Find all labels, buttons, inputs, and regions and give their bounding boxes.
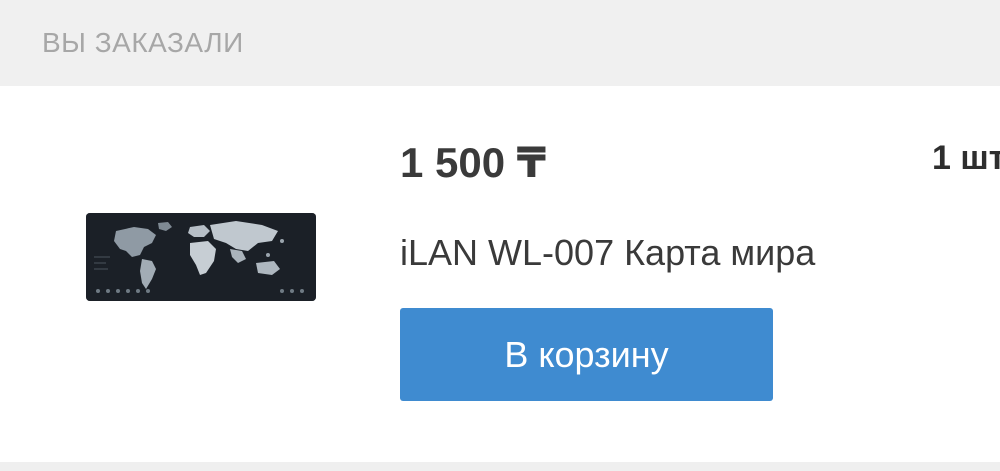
bottom-divider: [0, 462, 1000, 471]
ordered-product-card: 1 500 ₸ 1 шт iLAN WL-007 Карта мира В ко…: [0, 86, 1000, 462]
section-title: ВЫ ЗАКАЗАЛИ: [42, 27, 244, 58]
product-price: 1 500 ₸: [400, 139, 546, 186]
product-name[interactable]: iLAN WL-007 Карта мира: [400, 231, 815, 275]
order-page: ВЫ ЗАКАЗАЛИ 1 500 ₸ 1 шт iLAN WL-007 Кар…: [0, 0, 1000, 471]
section-header: ВЫ ЗАКАЗАЛИ: [0, 0, 1000, 86]
product-quantity: 1 шт: [932, 139, 1000, 177]
product-image[interactable]: [86, 213, 316, 301]
add-to-cart-button[interactable]: В корзину: [400, 308, 773, 401]
world-map-icon: [86, 213, 316, 301]
